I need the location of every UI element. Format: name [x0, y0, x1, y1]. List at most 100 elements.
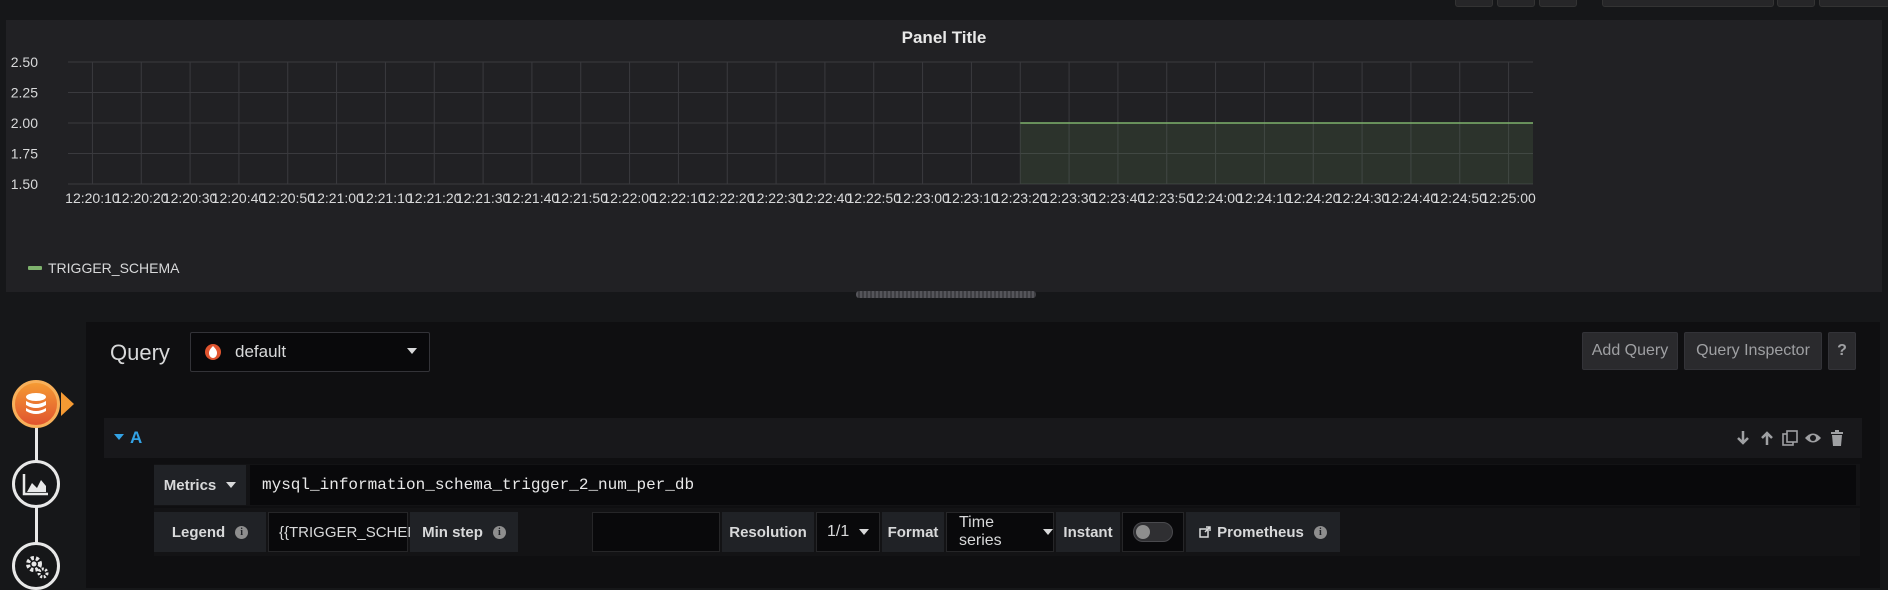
- query-row-header: A: [104, 418, 1862, 458]
- x-tick-label: 12:22:50: [847, 190, 902, 206]
- x-tick-label: 12:23:10: [944, 190, 999, 206]
- instant-toggle[interactable]: [1133, 522, 1173, 542]
- query-options-row: Legend i {{TRIGGER_SCHEMA}} Min step i R…: [154, 508, 1860, 556]
- y-tick-label: 2.00: [11, 115, 38, 131]
- x-tick-label: 12:21:00: [309, 190, 364, 206]
- series-area: [1020, 123, 1533, 184]
- x-tick-label: 12:23:00: [895, 190, 950, 206]
- prometheus-help-link[interactable]: Prometheus i: [1186, 512, 1340, 552]
- help-button[interactable]: ?: [1828, 332, 1856, 370]
- y-tick-label: 1.50: [11, 176, 38, 192]
- arrow-up-icon[interactable]: [1758, 429, 1776, 447]
- instant-label: Instant: [1056, 512, 1120, 552]
- info-icon[interactable]: i: [1313, 525, 1327, 539]
- x-tick-label: 12:23:20: [993, 190, 1048, 206]
- instant-switch-container: [1122, 512, 1184, 552]
- x-tick-label: 12:24:10: [1237, 190, 1292, 206]
- resolution-value: 1/1: [827, 523, 850, 540]
- format-select[interactable]: Time series: [946, 512, 1054, 552]
- prometheus-icon: [205, 344, 221, 360]
- chevron-down-icon: [1043, 529, 1053, 535]
- graph-panel: Panel Title 2.50 2.25 2.00 1.75 1.50 12:20:10…: [6, 20, 1882, 292]
- min-step-input[interactable]: [592, 512, 720, 552]
- legend-format-label: Legend i: [154, 512, 266, 552]
- toolbar-button[interactable]: [1777, 0, 1815, 7]
- graph-chart: 2.502.252.001.751.5012:20:1012:20:2012:2…: [11, 54, 1536, 206]
- x-tick-label: 12:24:00: [1188, 190, 1243, 206]
- x-tick-label: 12:22:20: [700, 190, 755, 206]
- x-tick-label: 12:21:40: [505, 190, 560, 206]
- datasource-label: default: [235, 342, 287, 361]
- cogs-icon: [26, 556, 49, 579]
- info-icon[interactable]: i: [492, 525, 506, 539]
- x-tick-label: 12:21:50: [554, 190, 609, 206]
- x-tick-label: 12:21:20: [407, 190, 462, 206]
- y-tick-label: 1.75: [11, 146, 38, 162]
- resolution-select[interactable]: 1/1: [816, 512, 880, 552]
- prometheus-label: Prometheus: [1217, 523, 1304, 541]
- chevron-down-icon: [859, 529, 870, 535]
- query-label: Query: [110, 340, 170, 365]
- metrics-query-input[interactable]: mysql_information_schema_trigger_2_num_p…: [250, 465, 1856, 505]
- datasource-select[interactable]: default: [190, 332, 430, 372]
- legend-format-label-text: Legend: [171, 523, 226, 541]
- x-tick-label: 12:20:40: [212, 190, 267, 206]
- x-tick-label: 12:24:20: [1286, 190, 1341, 206]
- x-tick-label: 12:21:10: [358, 190, 413, 206]
- x-tick-label: 12:23:50: [1140, 190, 1195, 206]
- y-tick-label: 2.50: [11, 54, 38, 70]
- area-chart-icon: [22, 474, 48, 496]
- legend-color-swatch[interactable]: [28, 266, 42, 270]
- x-tick-label: 12:20:20: [114, 190, 169, 206]
- sidebar-item-queries[interactable]: [12, 380, 60, 428]
- eye-icon[interactable]: [1804, 429, 1822, 447]
- x-tick-label: 12:20:10: [65, 190, 120, 206]
- time-picker-button[interactable]: [1602, 0, 1774, 7]
- min-step-label: Min step i: [410, 512, 518, 552]
- metrics-row: Metrics mysql_information_schema_trigger…: [154, 464, 1860, 506]
- toggle-knob: [1136, 525, 1150, 539]
- y-tick-label: 2.25: [11, 85, 38, 101]
- format-label: Format: [882, 512, 944, 552]
- duplicate-icon[interactable]: [1781, 429, 1799, 447]
- legend: TRIGGER_SCHEMA: [28, 260, 179, 276]
- format-value: Time series: [959, 514, 1002, 549]
- x-tick-label: 12:22:00: [602, 190, 657, 206]
- x-tick-label: 12:22:10: [651, 190, 706, 206]
- query-inspector-button[interactable]: Query Inspector: [1684, 332, 1822, 370]
- collapse-caret-icon[interactable]: [114, 434, 124, 440]
- x-tick-label: 12:20:30: [163, 190, 218, 206]
- external-link-icon: [1199, 526, 1211, 538]
- metrics-dropdown-button[interactable]: Metrics: [154, 465, 246, 505]
- x-tick-label: 12:22:30: [749, 190, 804, 206]
- active-indicator-arrow: [61, 392, 74, 416]
- resolution-label: Resolution: [722, 512, 814, 552]
- sidebar-item-visualization[interactable]: [12, 460, 60, 508]
- add-query-button[interactable]: Add Query: [1582, 332, 1678, 370]
- toolbar-button[interactable]: [1539, 0, 1577, 7]
- legend-item-label[interactable]: TRIGGER_SCHEMA: [48, 260, 179, 276]
- min-step-label-text: Min step: [422, 523, 483, 541]
- metrics-label: Metrics: [163, 476, 217, 494]
- chevron-down-icon: [226, 482, 237, 488]
- chevron-down-icon: [407, 348, 417, 354]
- metrics-query-text: mysql_information_schema_trigger_2_num_p…: [262, 476, 695, 494]
- x-tick-label: 12:23:30: [1042, 190, 1097, 206]
- toolbar-button[interactable]: [1497, 0, 1535, 7]
- x-tick-label: 12:22:40: [798, 190, 853, 206]
- x-tick-label: 12:25:00: [1481, 190, 1536, 206]
- x-tick-label: 12:23:40: [1091, 190, 1146, 206]
- trash-icon[interactable]: [1828, 429, 1846, 447]
- database-icon: [26, 393, 46, 414]
- x-tick-label: 12:24:30: [1335, 190, 1390, 206]
- arrow-down-icon[interactable]: [1734, 429, 1752, 447]
- toolbar-button[interactable]: [1819, 0, 1888, 7]
- toolbar-button[interactable]: [1455, 0, 1493, 7]
- legend-format-input[interactable]: {{TRIGGER_SCHEMA}}: [268, 512, 440, 552]
- query-ref-id[interactable]: A: [130, 428, 142, 448]
- panel-resize-handle[interactable]: [856, 291, 1036, 298]
- x-tick-label: 12:24:50: [1433, 190, 1488, 206]
- info-icon[interactable]: i: [235, 525, 249, 539]
- sidebar-item-general[interactable]: [12, 542, 60, 590]
- x-tick-label: 12:24:40: [1384, 190, 1439, 206]
